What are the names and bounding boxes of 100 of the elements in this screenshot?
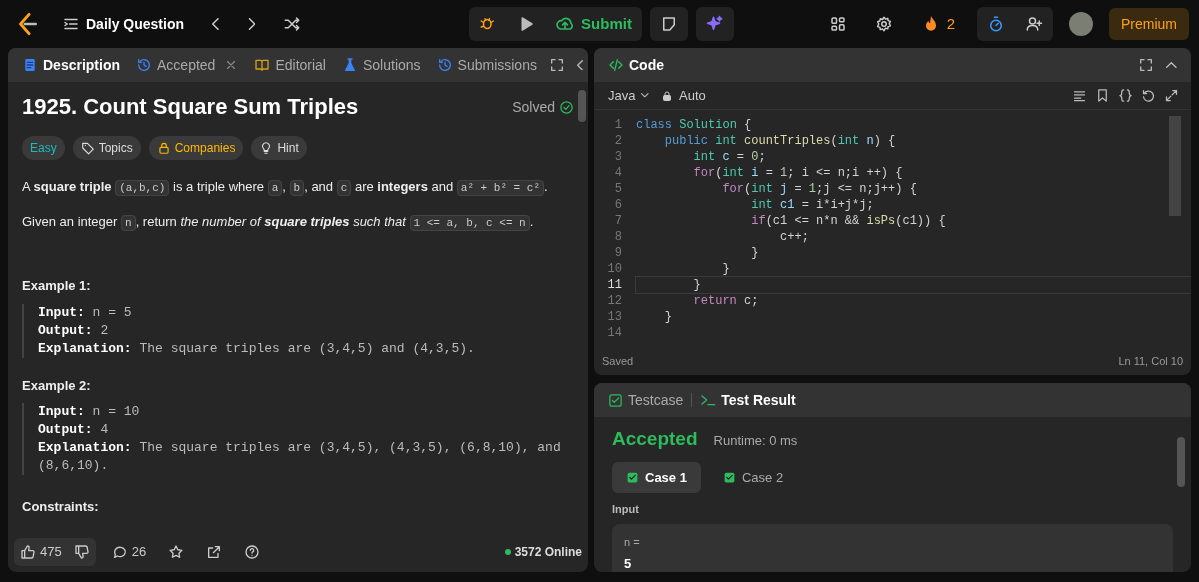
difficulty-badge[interactable]: Easy: [22, 136, 65, 161]
help-icon: [244, 544, 261, 560]
description-paragraph: A square triple (a,b,c) is a triple where a , b , and c are integers and a² + b² = c² .: [22, 178, 549, 199]
example-line: Explanation: The square triples are (3,4,5) and (4,3,5).: [38, 339, 476, 358]
runtime: Runtime: 0 ms: [713, 432, 798, 450]
constraints-heading: Constraints:: [22, 498, 100, 517]
chevron-up-icon: [1166, 61, 1177, 69]
line-number: 13: [606, 309, 623, 325]
checkbox-icon: [608, 392, 623, 408]
case-tab[interactable]: Case 1: [612, 461, 701, 493]
line-number: 3: [613, 149, 623, 165]
document-icon: [22, 57, 38, 73]
chevron-right-icon: [247, 18, 256, 30]
streak-counter[interactable]: 2: [914, 8, 961, 40]
auto-mode-button[interactable]: Auto: [655, 81, 712, 110]
stopwatch-icon: [987, 15, 1005, 33]
example-line: Output: 2: [38, 321, 110, 340]
scrollbar[interactable]: [1169, 116, 1181, 216]
line-number: 11: [606, 277, 623, 293]
solved-status: Solved: [512, 97, 555, 117]
code-line: }: [663, 309, 673, 325]
cursor-position: Ln 11, Col 10: [1118, 353, 1183, 369]
description-paragraph: Given an integer n , return the number of square triples such that 1 <= a, b, c <= n .: [22, 213, 535, 234]
chevron-left-icon: [212, 18, 220, 30]
language-dropdown[interactable]: Java: [602, 81, 656, 110]
example-line: Explanation: The square triples are (3,4,5), (4,3,5), (6,8,10), and (8,6,10).: [38, 439, 562, 476]
line-number: 4: [613, 165, 623, 181]
expand-arrows-icon: [1164, 88, 1179, 103]
panel-tab[interactable]: Accepted: [130, 54, 245, 76]
line-number: 7: [613, 213, 623, 229]
panel-tab[interactable]: Submissions: [430, 54, 543, 76]
sparkle-icon: [705, 15, 724, 33]
comment-icon: [111, 544, 128, 560]
daily-question-button[interactable]: Daily Question: [56, 9, 191, 39]
settings-icon: [874, 15, 893, 33]
line-number: 8: [613, 229, 623, 245]
check-icon: [722, 470, 736, 484]
code-line: c++;: [779, 229, 810, 245]
format-lines-icon: [1072, 88, 1087, 103]
maximize-icon: [1138, 57, 1155, 73]
example-line: Input: n = 10: [38, 403, 141, 422]
code-line: int c1 = i*i+j*j;: [750, 197, 875, 213]
problem-title: 1925. Count Square Sum Triples: [22, 94, 359, 121]
line-number: 12: [606, 293, 623, 309]
panel-tab[interactable]: Test Result: [694, 389, 802, 411]
grid-icon: [828, 15, 847, 33]
premium-button[interactable]: Premium: [1109, 8, 1189, 40]
code-line: public int countTriples(int n) {: [663, 133, 897, 149]
bookmark-icon: [1095, 88, 1110, 103]
companies-button[interactable]: Companies: [148, 136, 244, 161]
scrollbar[interactable]: [1177, 437, 1185, 487]
thumbs-down-icon: [73, 544, 90, 560]
input-value: 5: [624, 555, 633, 572]
lock-icon: [661, 89, 674, 102]
book-icon: [254, 57, 271, 73]
verdict: Accepted: [612, 427, 698, 451]
code-line: for(int j = 1;j <= n;j++) {: [721, 181, 918, 197]
panel-tab[interactable]: Description: [16, 54, 126, 76]
comments-button[interactable]: 26: [105, 538, 153, 566]
panel-tab[interactable]: Testcase: [602, 389, 690, 411]
example-heading: Example 2:: [22, 376, 92, 395]
chevron-left-icon: [576, 59, 584, 71]
line-number: 5: [613, 181, 623, 197]
undo-icon: [1141, 88, 1156, 103]
check-circle-icon: [559, 99, 574, 115]
panel-tab[interactable]: Editorial: [248, 54, 332, 76]
chevron-down-icon: [641, 93, 650, 98]
code-line: }: [750, 245, 760, 261]
line-number: 6: [613, 197, 623, 213]
check-icon: [626, 470, 639, 484]
code-line: if(c1 <= n*n && isPs(c1)) {: [750, 213, 947, 229]
thumbs-up-icon: [20, 544, 36, 560]
maximize-icon: [548, 57, 565, 73]
panel-title: Code: [602, 54, 670, 76]
scrollbar[interactable]: [578, 90, 586, 122]
save-status: Saved: [602, 353, 634, 369]
line-number: 1: [613, 117, 623, 133]
code-line: for(int i = 1; i <= n;i ++) {: [692, 165, 904, 181]
shuffle-icon: [283, 15, 302, 33]
example-line: Output: 4: [38, 421, 110, 440]
code-line: }: [636, 277, 1191, 293]
online-dot: [504, 549, 511, 555]
tag-icon: [80, 141, 95, 156]
line-number: 9: [613, 245, 623, 261]
history-icon: [136, 57, 152, 73]
hint-button[interactable]: Hint: [251, 136, 307, 161]
line-number: 2: [613, 133, 623, 149]
input-label: Input: [612, 502, 640, 517]
code-line: int c = 0;: [692, 149, 767, 165]
online-count: 3572 Online: [514, 544, 582, 561]
example-heading: Example 1:: [22, 277, 92, 296]
code-line: return c;: [692, 293, 760, 309]
line-number: 14: [606, 325, 623, 341]
avatar[interactable]: [1069, 12, 1093, 36]
case-tab[interactable]: Case 2: [708, 461, 798, 493]
lock-icon: [156, 141, 171, 156]
example-line: Input: n = 5: [38, 303, 133, 322]
topics-button[interactable]: Topics: [72, 136, 141, 161]
code-line: }: [721, 261, 731, 277]
panel-tab[interactable]: Solutions: [336, 54, 427, 76]
